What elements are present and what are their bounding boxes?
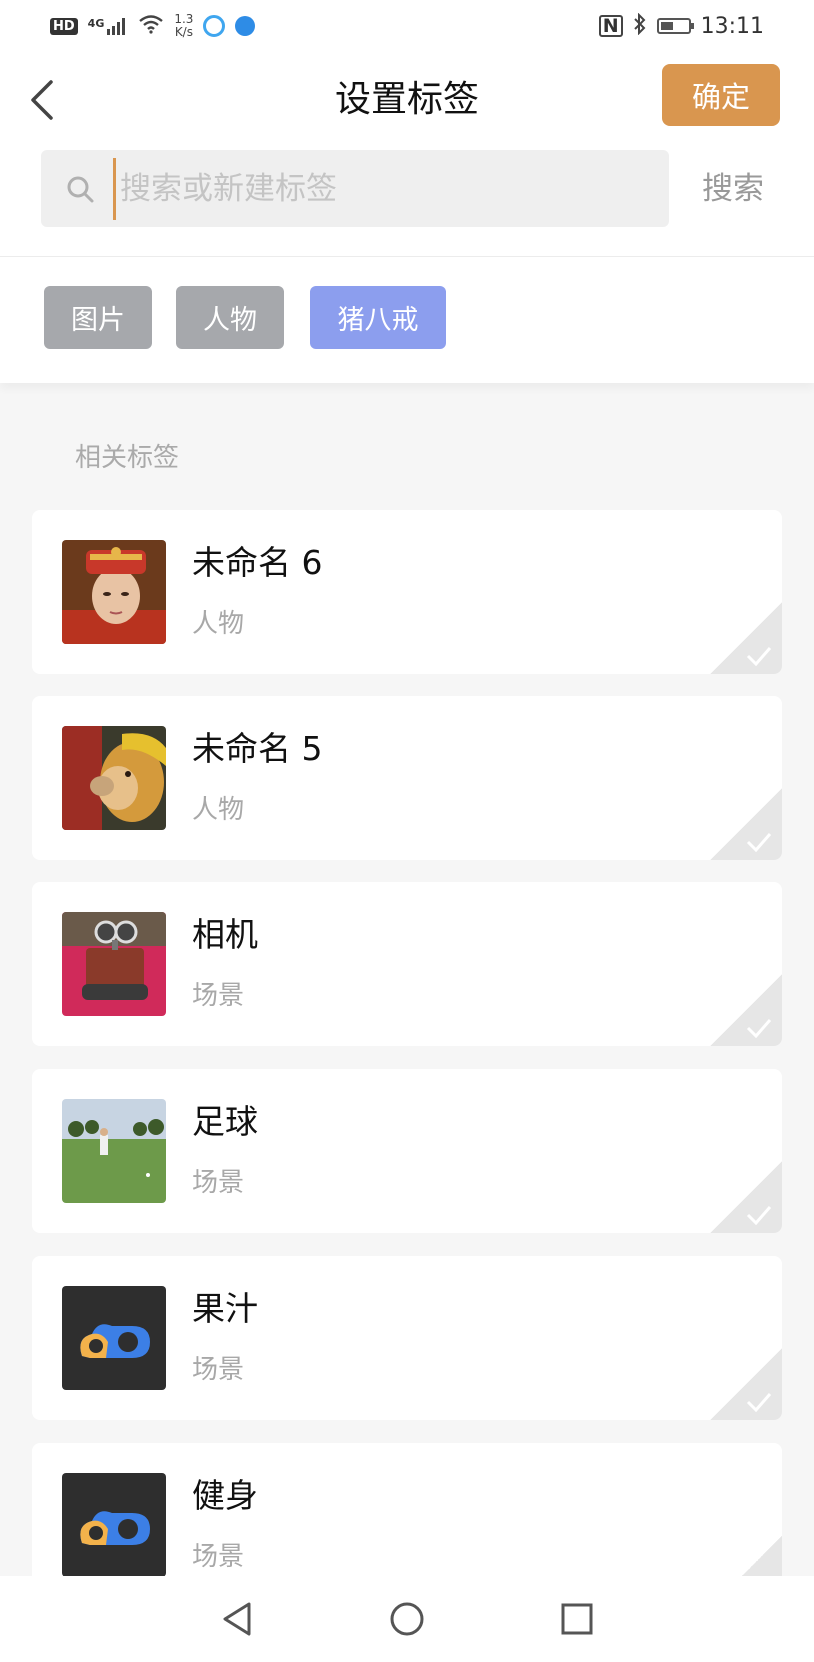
tag-chip-label: 猪八戒 (337, 305, 419, 336)
checkmark-icon (746, 1019, 772, 1038)
tag-chip-label: 人物 (203, 305, 257, 336)
nav-back-button[interactable] (212, 1594, 262, 1644)
network-type: 4G (87, 17, 105, 30)
status-left: HD 4G 1.3 K/s (50, 13, 256, 39)
nav-recents-button[interactable] (552, 1594, 602, 1644)
tag-category: 人物 (192, 795, 245, 825)
speed-value: 1.3 (174, 12, 194, 26)
tag-list-item[interactable]: 相机 场景 (32, 882, 782, 1046)
tag-list-item[interactable]: 果汁 场景 (32, 1256, 782, 1420)
tag-list-item[interactable]: 健身 场景 (32, 1443, 782, 1576)
tag-chip[interactable]: 图片 (44, 286, 152, 349)
nav-home-button[interactable] (382, 1594, 432, 1644)
checkmark-icon (746, 833, 772, 852)
wifi-icon (138, 14, 164, 39)
app-notification-icon (203, 15, 226, 37)
thumbnail-image (62, 1099, 166, 1203)
check-corner[interactable] (710, 1348, 782, 1420)
thumbnail-image (62, 912, 166, 1016)
tag-chip-label: 图片 (71, 305, 125, 336)
app-notification-icon-2 (235, 16, 256, 36)
tag-list-item[interactable]: 未命名 5 人物 (32, 696, 782, 860)
cloud-logo-icon (62, 1286, 166, 1390)
header: 设置标签 确定 搜索 (0, 52, 814, 257)
status-right: N 13:11 (598, 12, 764, 40)
check-corner[interactable] (710, 1161, 782, 1233)
confirm-button[interactable]: 确定 (662, 64, 780, 126)
tag-category: 场景 (192, 981, 245, 1011)
related-tags-label: 相关标签 (75, 443, 180, 473)
square-recents-icon (561, 1603, 593, 1635)
search-box[interactable] (41, 150, 669, 227)
tag-category: 人物 (192, 609, 245, 639)
tag-list-item[interactable]: 未命名 6 人物 (32, 510, 782, 674)
tag-chip-selected[interactable]: 猪八戒 (310, 286, 446, 349)
check-corner[interactable] (742, 1536, 782, 1576)
tag-title: 未命名 5 (192, 729, 323, 768)
thumbnail-image (62, 540, 166, 644)
checkmark-icon (746, 1206, 772, 1225)
cloud-logo-icon (62, 1473, 166, 1576)
check-corner[interactable] (710, 974, 782, 1046)
bluetooth-icon (633, 12, 647, 40)
status-bar: HD 4G 1.3 K/s N 13:11 (0, 0, 814, 52)
tag-title: 健身 (192, 1476, 258, 1515)
check-corner[interactable] (710, 788, 782, 860)
battery-icon (656, 18, 694, 34)
tag-category: 场景 (192, 1168, 245, 1198)
tag-chip[interactable]: 人物 (176, 286, 284, 349)
selected-tags-area: 图片 人物 猪八戒 (0, 257, 814, 383)
clock: 13:11 (700, 13, 764, 39)
signal-icon: 4G (88, 17, 129, 35)
checkmark-icon (746, 647, 772, 666)
tag-title: 相机 (192, 915, 258, 954)
system-nav-bar (0, 1576, 814, 1662)
search-input[interactable] (113, 157, 642, 220)
tag-category: 场景 (192, 1355, 245, 1385)
circle-home-icon (390, 1602, 424, 1636)
triangle-back-icon (223, 1602, 251, 1636)
tag-title: 足球 (192, 1102, 258, 1141)
check-corner[interactable] (710, 602, 782, 674)
network-speed: 1.3 K/s (174, 13, 193, 39)
hd-badge: HD (50, 17, 78, 35)
thumbnail-image (62, 726, 166, 830)
search-icon (63, 172, 97, 206)
tag-list-item[interactable]: 足球 场景 (32, 1069, 782, 1233)
checkmark-icon (746, 1393, 772, 1412)
tag-title: 未命名 6 (192, 543, 323, 582)
tag-title: 果汁 (192, 1289, 258, 1328)
search-button[interactable]: 搜索 (702, 164, 764, 214)
speed-unit: K/s (174, 25, 193, 39)
tag-category: 场景 (192, 1542, 245, 1572)
nfc-icon: N (598, 15, 623, 37)
